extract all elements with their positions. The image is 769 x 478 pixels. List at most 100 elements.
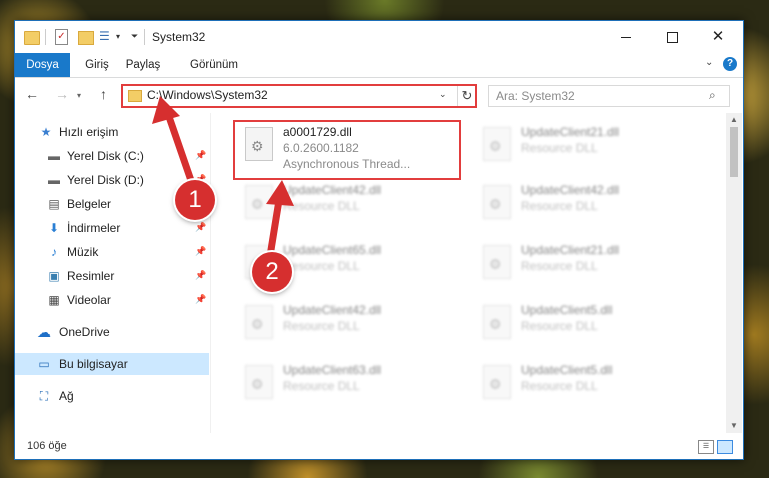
video-icon: ▦ — [48, 293, 60, 307]
folder-icon[interactable] — [24, 31, 40, 45]
documents-icon: ▤ — [48, 197, 60, 211]
search-input[interactable]: Ara: System32 — [496, 89, 575, 103]
computer-icon: ▭ — [38, 357, 50, 371]
ribbon-tabs: Dosya Giriş Paylaş Görünüm ⌄ ? — [15, 53, 743, 78]
close-icon: ✕ — [711, 28, 725, 45]
dll-file-icon: ⚙ — [483, 127, 511, 161]
sidebar-item-label: Resimler — [67, 269, 115, 283]
window-title: System32 — [152, 30, 206, 44]
file-tile[interactable]: ⚙ UpdateClient63.dll Resource DLL — [235, 359, 455, 413]
file-tile[interactable]: ⚙ UpdateClient5.dll Resource DLL — [473, 359, 693, 413]
file-tile[interactable]: ⚙ UpdateClient21.dll Resource DLL — [473, 239, 693, 293]
tiles-view-icon[interactable] — [717, 440, 733, 454]
back-arrow-icon[interactable]: ← — [25, 86, 39, 102]
view-list-icon[interactable]: ☰ — [99, 29, 113, 43]
network-icon: ⛶ — [39, 389, 49, 403]
maximize-icon — [666, 32, 678, 44]
pictures-icon: ▣ — [48, 269, 60, 283]
item-count: 106 öğe — [27, 440, 67, 452]
dll-file-icon: ⚙ — [483, 305, 511, 339]
address-path[interactable]: C:\Windows\System32 — [147, 88, 268, 102]
sidebar-item-network[interactable]: ⛶ Ağ — [15, 385, 209, 407]
tab-home[interactable]: Giriş — [77, 53, 117, 77]
scroll-up-icon[interactable]: ▲ — [730, 115, 738, 124]
sidebar-item-local-disk-c[interactable]: ▬ Yerel Disk (C:) 📌 — [15, 145, 209, 167]
new-folder-icon[interactable] — [78, 31, 94, 45]
file-name: UpdateClient42.dll — [283, 183, 382, 197]
sidebar-item-label: Bu bilgisayar — [59, 357, 128, 371]
scroll-down-icon[interactable]: ▼ — [730, 421, 738, 430]
download-icon: ⬇ — [48, 221, 60, 235]
gear-icon: ⚙ — [489, 376, 502, 392]
tab-share[interactable]: Paylaş — [121, 53, 165, 77]
sidebar-item-music[interactable]: ♪ Müzik 📌 — [15, 241, 209, 263]
gear-icon: ⚙ — [251, 316, 264, 332]
close-button[interactable]: ✕ — [695, 21, 741, 53]
file-name: UpdateClient42.dll — [283, 303, 382, 317]
cloud-icon: ☁ — [37, 324, 51, 340]
file-description: Resource DLL — [521, 141, 598, 155]
sidebar-item-quick-access[interactable]: ★ Hızlı erişim — [15, 121, 209, 143]
properties-check-icon[interactable]: ✓ — [55, 29, 68, 45]
sidebar-item-onedrive[interactable]: ☁ OneDrive — [15, 321, 209, 343]
sidebar-item-this-pc[interactable]: ▭ Bu bilgisayar — [15, 353, 209, 375]
maximize-button[interactable] — [649, 21, 695, 53]
search-icon[interactable]: ⌕ — [709, 88, 716, 103]
gear-icon: ⚙ — [489, 256, 502, 272]
address-bar[interactable]: C:\Windows\System32 ⌄ ↻ — [121, 84, 477, 108]
sidebar-item-label: İndirmeler — [67, 221, 121, 235]
file-description: Resource DLL — [283, 199, 360, 213]
title-bar: ✓ ☰ ▾ ⏷ System32 ✕ — [15, 21, 743, 53]
forward-arrow-icon[interactable]: → — [55, 86, 69, 102]
music-icon: ♪ — [51, 245, 57, 259]
chevron-down-icon[interactable]: ▾ — [116, 32, 120, 48]
pin-icon[interactable]: 📌 — [195, 294, 206, 305]
status-bar: 106 öğe ☰ — [15, 435, 743, 459]
file-tile[interactable]: ⚙ UpdateClient42.dll Resource DLL — [235, 179, 455, 233]
separator — [144, 29, 145, 45]
pin-icon[interactable]: 📌 — [195, 222, 206, 233]
dll-file-icon: ⚙ — [245, 305, 273, 339]
file-name: UpdateClient65.dll — [283, 243, 382, 257]
file-tile[interactable]: ⚙ UpdateClient21.dll Resource DLL — [473, 121, 693, 175]
sidebar-item-pictures[interactable]: ▣ Resimler 📌 — [15, 265, 209, 287]
minimize-icon — [621, 37, 631, 39]
separator — [45, 29, 46, 45]
tab-file[interactable]: Dosya — [15, 53, 70, 77]
file-explorer-window: ✓ ☰ ▾ ⏷ System32 ✕ Dosya Giriş Paylaş Gö… — [14, 20, 744, 460]
recent-locations-icon[interactable]: ▾ — [77, 91, 81, 100]
customize-toolbar-icon[interactable]: ⏷ — [131, 31, 138, 47]
expand-ribbon-icon[interactable]: ⌄ — [705, 57, 713, 68]
pin-icon[interactable]: 📌 — [195, 246, 206, 257]
file-description: Resource DLL — [521, 379, 598, 393]
minimize-button[interactable] — [603, 21, 649, 53]
file-name: UpdateClient63.dll — [283, 363, 382, 377]
file-tile[interactable]: ⚙ UpdateClient42.dll Resource DLL — [235, 299, 455, 353]
sidebar-item-videos[interactable]: ▦ Videolar 📌 — [15, 289, 209, 311]
tab-view[interactable]: Görünüm — [185, 53, 243, 77]
details-view-icon[interactable]: ☰ — [698, 440, 714, 454]
help-icon[interactable]: ? — [723, 57, 737, 71]
file-description: Resource DLL — [521, 259, 598, 273]
gear-icon: ⚙ — [489, 196, 502, 212]
file-tile[interactable]: ⚙ UpdateClient5.dll Resource DLL — [473, 299, 693, 353]
gear-icon: ⚙ — [489, 138, 502, 154]
pin-icon[interactable]: 📌 — [195, 150, 206, 161]
sidebar-item-label: Müzik — [67, 245, 99, 259]
sidebar-item-label: Yerel Disk (C:) — [67, 149, 144, 163]
file-name: UpdateClient21.dll — [521, 243, 620, 257]
vertical-scrollbar[interactable]: ▲ ▼ — [726, 113, 742, 433]
annotation-marker-1: 1 — [175, 180, 215, 220]
drive-icon: ▬ — [48, 173, 60, 187]
pin-icon[interactable]: 📌 — [195, 270, 206, 281]
dll-file-icon: ⚙ — [483, 185, 511, 219]
address-dropdown-icon[interactable]: ⌄ — [439, 89, 447, 100]
scroll-thumb[interactable] — [730, 127, 738, 177]
search-box[interactable]: Ara: System32 ⌕ — [488, 85, 730, 107]
file-name: UpdateClient5.dll — [521, 303, 613, 317]
file-tile[interactable]: ⚙ UpdateClient42.dll Resource DLL — [473, 179, 693, 233]
up-arrow-icon[interactable]: ↑ — [100, 86, 107, 102]
folder-icon — [128, 90, 142, 102]
refresh-icon[interactable]: ↻ — [457, 86, 476, 106]
sidebar-item-downloads[interactable]: ⬇ İndirmeler 📌 — [15, 217, 209, 239]
